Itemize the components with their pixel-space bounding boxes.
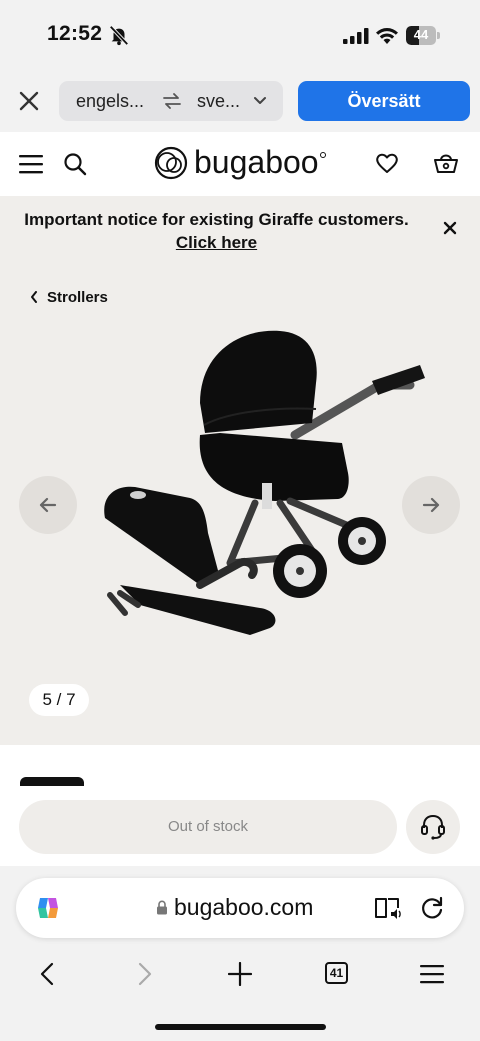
previous-image-button[interactable] (19, 476, 77, 534)
product-tag (20, 777, 84, 786)
signal-icon (343, 28, 369, 44)
lock-icon (157, 900, 167, 915)
address-bar[interactable]: bugaboo.com (16, 878, 464, 938)
heart-icon[interactable] (375, 152, 399, 174)
battery-indicator: 44 (406, 26, 440, 45)
breadcrumb-label[interactable]: Strollers (47, 289, 108, 306)
bell-muted-icon (109, 25, 129, 46)
notice-link[interactable]: Click here (0, 233, 433, 253)
support-button[interactable] (406, 800, 460, 854)
forward-icon[interactable] (132, 962, 156, 986)
notice-banner: Important notice for existing Giraffe cu… (0, 196, 480, 268)
close-icon[interactable] (16, 88, 42, 114)
product-gallery: Strollers 5 / 7 (0, 268, 480, 745)
browser-menu-icon[interactable] (420, 962, 444, 986)
arrow-right-icon (422, 497, 440, 513)
image-counter: 5 / 7 (29, 684, 89, 716)
translate-button[interactable]: Översätt (298, 81, 470, 121)
search-icon[interactable] (63, 152, 87, 176)
copilot-icon[interactable] (34, 894, 62, 922)
site-header: bugaboo (0, 132, 480, 196)
stroller-image (104, 330, 425, 635)
out-of-stock-button[interactable]: Out of stock (19, 800, 397, 854)
arrow-left-icon (39, 497, 57, 513)
tab-count-button[interactable]: 41 (325, 962, 348, 984)
browser-toolbar: bugaboo.com 41 (0, 866, 480, 1041)
wifi-icon (376, 28, 398, 44)
breadcrumb[interactable]: Strollers (30, 287, 108, 307)
chevron-left-icon (31, 291, 37, 303)
headset-icon (421, 814, 445, 840)
chevron-down-icon (254, 97, 266, 104)
bugaboo-logo[interactable]: bugaboo (152, 142, 328, 190)
battery-level: 44 (413, 27, 429, 42)
url-text[interactable]: bugaboo.com (174, 894, 313, 921)
home-indicator (155, 1024, 326, 1030)
swap-icon[interactable] (162, 93, 182, 109)
next-image-button[interactable] (402, 476, 460, 534)
menu-icon[interactable] (19, 154, 43, 174)
language-selector[interactable]: engels... sve... (59, 81, 283, 121)
source-language[interactable]: engels... (76, 91, 144, 112)
reader-icon[interactable] (374, 896, 402, 920)
new-tab-icon[interactable] (228, 962, 252, 986)
reload-icon[interactable] (419, 895, 445, 921)
status-time: 12:52 (47, 22, 103, 45)
back-icon[interactable] (36, 962, 60, 986)
notice-text: Important notice for existing Giraffe cu… (24, 210, 409, 229)
target-language[interactable]: sve... (197, 91, 240, 112)
close-icon[interactable] (443, 221, 457, 235)
status-bar: 12:52 44 (0, 0, 480, 70)
svg-text:bugaboo: bugaboo (194, 144, 319, 180)
translate-bar: engels... sve... Översätt (0, 70, 480, 132)
basket-icon[interactable] (433, 151, 459, 175)
